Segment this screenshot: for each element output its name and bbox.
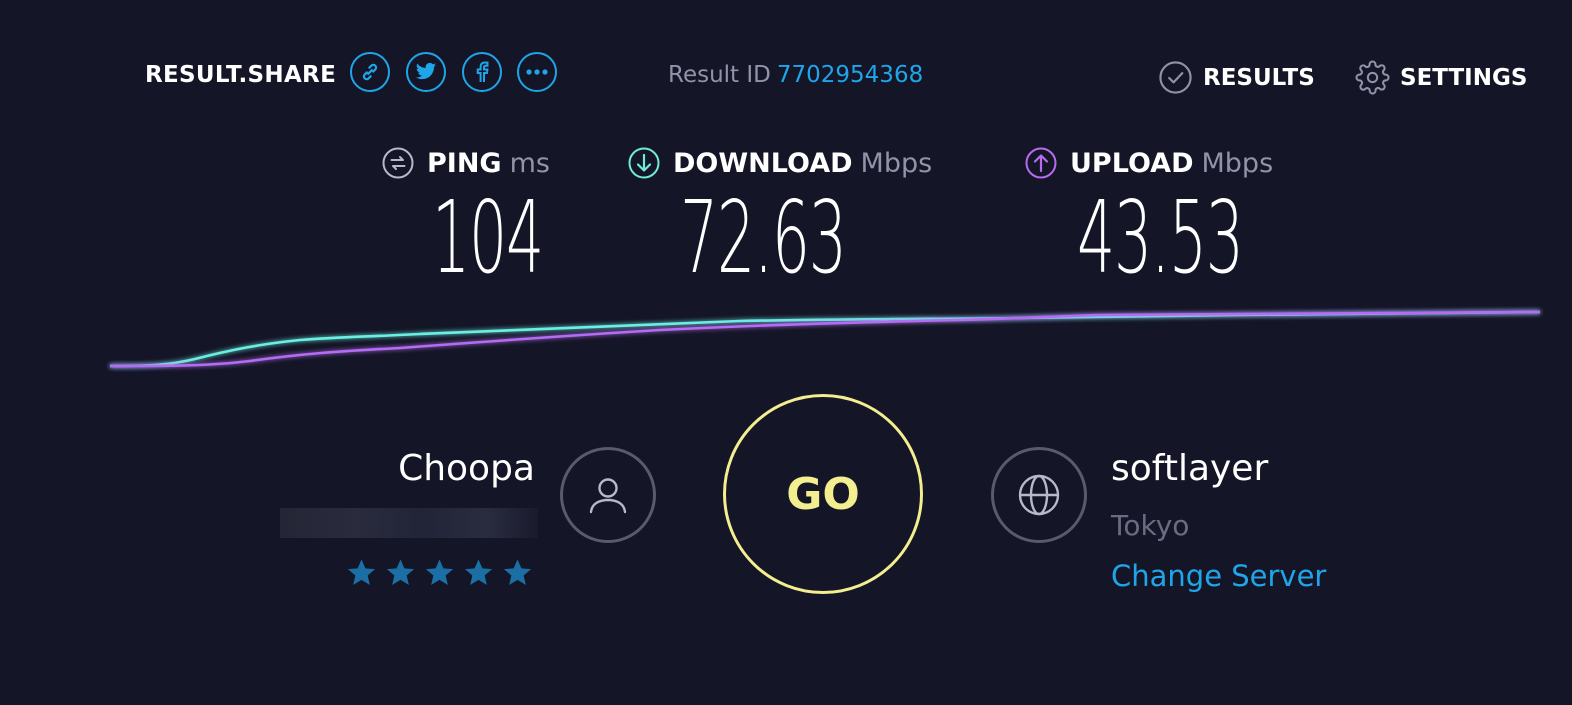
speedtest-result-page: RESULT.SHARE Result ID 7702954368 RESULT… [0,0,1572,705]
download-graph-line [109,310,1541,368]
user-icon [589,478,627,514]
isp-ip-redacted [280,508,538,538]
facebook-icon [476,61,489,82]
change-server-link[interactable]: Change Server [1111,559,1326,593]
upload-icon [1024,146,1058,180]
star-icon [503,559,532,585]
download-value: 72.63 [680,179,847,296]
download-unit: Mbps [860,147,933,179]
server-globe [991,447,1087,543]
twitter-icon [415,62,437,80]
upload-header: UPLOAD Mbps [1024,146,1273,180]
share-twitter-button[interactable] [406,52,446,92]
result-id-label: Result ID [668,62,771,88]
ping-header: PING ms [381,146,550,180]
star-icon [464,559,493,585]
globe-icon [1018,474,1060,516]
settings-label: SETTINGS [1400,64,1528,91]
result-id-link[interactable]: 7702954368 [777,62,923,88]
result-share-label: RESULT.SHARE [145,62,337,88]
share-more-button[interactable] [517,52,557,92]
upload-unit: Mbps [1201,147,1274,179]
go-button[interactable]: GO [723,394,923,594]
download-icon [627,146,661,180]
star-icon [386,559,415,585]
share-facebook-button[interactable] [462,52,502,92]
more-icon [526,69,548,75]
share-link-button[interactable] [350,52,390,92]
isp-avatar [560,447,656,543]
result-id: Result ID 7702954368 [668,62,923,88]
ping-label: PING [427,147,502,179]
check-circle-icon [1159,61,1192,94]
isp-rating[interactable] [345,557,534,589]
download-header: DOWNLOAD Mbps [627,146,932,180]
download-label: DOWNLOAD [673,147,853,179]
isp-name: Choopa [398,448,535,489]
results-link[interactable]: RESULTS [1158,60,1315,95]
star-icon [347,559,376,585]
ping-value: 104 [432,179,544,296]
upload-value: 43.53 [1077,179,1244,296]
link-icon [362,63,378,81]
ping-unit: ms [509,147,550,179]
gear-icon [1355,60,1390,95]
ping-icon [381,146,415,180]
settings-link[interactable]: SETTINGS [1355,60,1527,95]
results-label: RESULTS [1203,64,1315,91]
upload-label: UPLOAD [1070,147,1194,179]
server-name: softlayer [1111,448,1269,489]
speed-graph [109,310,1541,368]
server-location: Tokyo [1111,509,1190,542]
star-icon [425,559,454,585]
